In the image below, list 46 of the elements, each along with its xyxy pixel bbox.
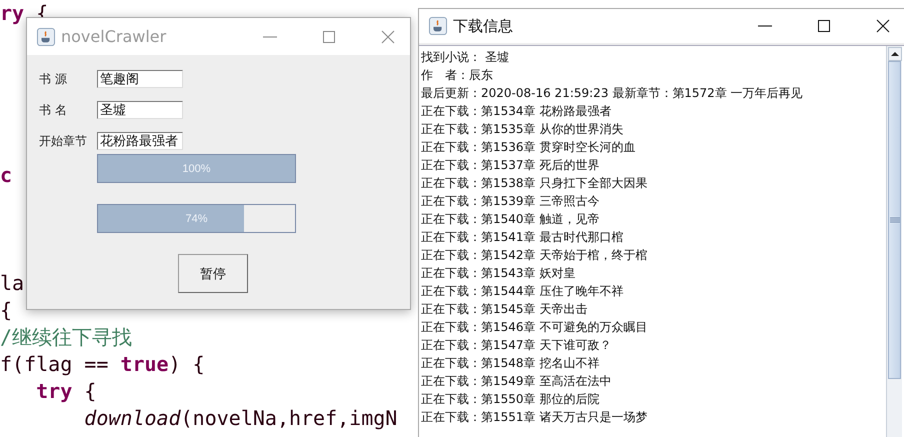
log-line: 正在下载：第1550章 那位的后院 (421, 391, 600, 408)
log-line: 正在下载：第1542章 天帝始于棺，终于棺 (421, 247, 648, 264)
code-line: try { (36, 378, 96, 405)
input-field[interactable]: 花粉路最强者 (97, 132, 183, 150)
log-line: 正在下载：第1538章 只身扛下全部大因果 (421, 175, 648, 192)
log-line: 正在下载：第1549章 至高活在法中 (421, 373, 612, 390)
code-line: download(novelNa,href,imgN (84, 405, 398, 432)
log-line: 正在下载：第1551章 诸天万古只是一场梦 (421, 409, 648, 426)
maximize-icon[interactable] (816, 18, 832, 34)
coffee-cup-icon (429, 17, 447, 35)
scrollbar[interactable] (886, 46, 902, 437)
log-line: 正在下载：第1543章 妖对皇 (421, 265, 576, 282)
log-line: 找到小说： 圣墟 (421, 49, 510, 66)
close-icon[interactable] (875, 18, 891, 34)
log-line: 正在下载：第1545章 天帝出击 (421, 301, 588, 318)
log-line: 正在下载：第1536章 贯穿时空长河的血 (421, 139, 636, 156)
log-line: 正在下载：第1534章 花粉路最强者 (421, 103, 612, 120)
code-line: c (0, 162, 12, 189)
code-line: /继续往下寻找 (0, 324, 132, 351)
log-line: 正在下载：第1537章 死后的世界 (421, 157, 600, 174)
log-line: 正在下载：第1548章 挖名山不祥 (421, 355, 600, 372)
progress-reading: 100% (182, 162, 211, 174)
scroll-thumb[interactable] (888, 61, 901, 379)
log-line: 正在下载：第1544章 压住了晚年不祥 (421, 283, 624, 300)
log-line: 作 者：辰东 (421, 67, 494, 84)
log-line: 正在下载：第1547章 天下谁可敌？ (421, 337, 612, 354)
code-line: f(flag == true) { (0, 351, 205, 378)
log-line: 正在下载：第1535章 从你的世界消失 (421, 121, 624, 138)
log-line: 最后更新：2020-08-16 21:59:23 最新章节：第1572章 一万年后再见 (421, 85, 804, 102)
log-line: 正在下载：第1541章 最古时代那口棺 (421, 229, 624, 246)
window-title: 下载信息 (453, 16, 513, 36)
input-field[interactable]: 笔趣阁 (97, 70, 183, 88)
field-label: 书 名 (39, 102, 68, 118)
code-line: la (0, 270, 24, 297)
log-line: 正在下载：第1540章 触道，见帝 (421, 211, 600, 228)
coffee-cup-icon (37, 28, 55, 46)
field-label: 书 源 (39, 70, 68, 88)
input-field[interactable]: 圣墟 (97, 101, 183, 119)
window-title: novelCrawler (61, 27, 166, 46)
log-line: 正在下载：第1539章 三帝照古今 (421, 193, 600, 210)
code-line: { (0, 297, 12, 324)
progress-reading: 74% (185, 212, 208, 224)
scroll-up-icon[interactable] (888, 47, 902, 61)
pause-button[interactable]: 暂停 (178, 254, 248, 293)
field-label: 开始章节 (39, 132, 88, 150)
log-line: 正在下载：第1546章 不可避免的万众瞩目 (421, 319, 648, 336)
